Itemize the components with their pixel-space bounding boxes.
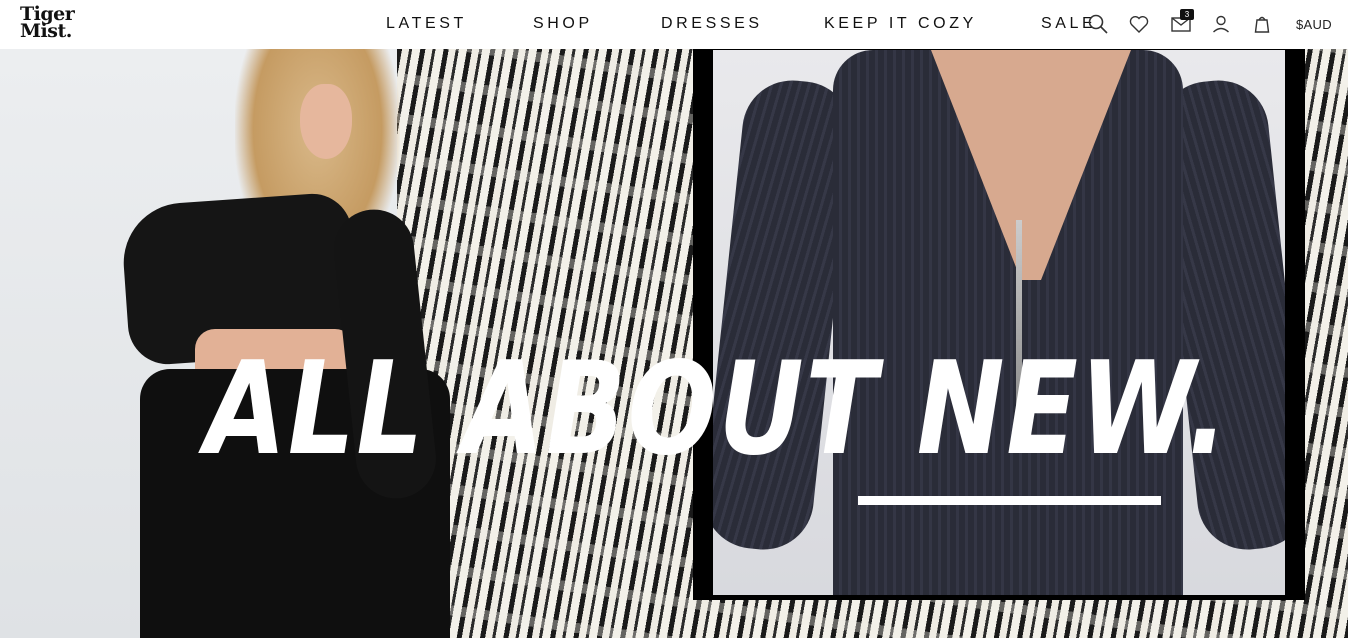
nav-item-shop[interactable]: SHOP: [533, 15, 593, 33]
nav-item-latest[interactable]: LATEST: [386, 15, 467, 33]
headline-part-1: ALL ABOUT: [205, 335, 879, 484]
inbox-badge: 3: [1180, 9, 1194, 20]
nav-item-dresses[interactable]: DRESSES: [661, 15, 763, 33]
model-face: [300, 84, 352, 159]
bag-icon[interactable]: [1250, 12, 1274, 36]
headline-part-2: NEW.: [916, 335, 1230, 484]
site-header: Tiger Mist. LATEST SHOP DRESSES KEEP IT …: [0, 0, 1348, 49]
heart-icon[interactable]: [1127, 12, 1151, 36]
headline-underline: [858, 496, 1161, 505]
user-icon[interactable]: [1209, 12, 1233, 36]
search-icon[interactable]: [1086, 12, 1110, 36]
mail-icon[interactable]: 3: [1169, 9, 1194, 36]
currency-selector[interactable]: $AUD: [1296, 17, 1332, 32]
hero-model-right: [713, 50, 1285, 595]
hero-headline[interactable]: ALL ABOUT NEW.: [205, 330, 1229, 490]
nav-item-keep-it-cozy[interactable]: KEEP IT COZY: [824, 15, 977, 33]
